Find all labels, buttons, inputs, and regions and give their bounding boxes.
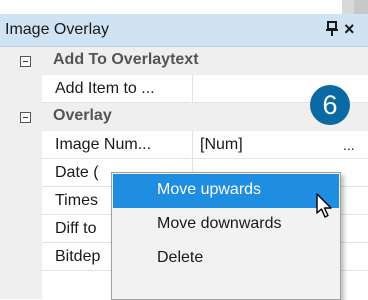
menu-item-move-upwards[interactable]: Move upwards xyxy=(113,174,339,208)
property-name: Add Item to ... xyxy=(55,80,155,97)
menu-item-move-downwards[interactable]: Move downwards xyxy=(113,208,339,242)
menu-item-delete[interactable]: Delete xyxy=(113,242,339,276)
pin-icon[interactable] xyxy=(325,20,339,38)
panel-titlebar[interactable]: Image Overlay × xyxy=(0,14,368,47)
context-menu: Move upwards Move downwards Delete xyxy=(111,172,341,300)
menu-item-label: Move upwards xyxy=(157,181,262,198)
property-name: Times xyxy=(55,192,98,209)
row-gutter xyxy=(0,159,42,187)
row-gutter xyxy=(0,131,42,159)
close-icon[interactable]: × xyxy=(344,19,355,39)
row-gutter xyxy=(0,271,42,299)
menu-item-label: Delete xyxy=(157,249,204,266)
menu-item-label: Move downwards xyxy=(157,215,282,232)
property-row-image-num[interactable]: Image Num... [Num] ... xyxy=(0,131,368,159)
category-label: Overlay xyxy=(53,107,112,124)
property-name: Diff to xyxy=(55,220,97,237)
property-value[interactable]: [Num] xyxy=(200,136,243,154)
collapse-icon[interactable] xyxy=(20,56,31,67)
property-name: Bitdep xyxy=(55,248,101,265)
category-label: Add To Overlaytext xyxy=(53,51,199,68)
property-name: Date ( xyxy=(55,164,99,181)
ellipsis-button[interactable]: ... xyxy=(343,137,355,153)
row-gutter xyxy=(0,215,42,243)
row-gutter xyxy=(0,75,42,103)
panel-title: Image Overlay xyxy=(5,21,110,38)
step-badge: 6 xyxy=(310,85,350,125)
mouse-cursor-icon xyxy=(316,193,332,218)
category-row-add-to-overlaytext[interactable]: Add To Overlaytext xyxy=(0,47,368,75)
row-gutter xyxy=(0,243,42,271)
collapse-icon[interactable] xyxy=(20,112,31,123)
row-gutter xyxy=(0,187,42,215)
property-name: Image Num... xyxy=(55,136,152,153)
